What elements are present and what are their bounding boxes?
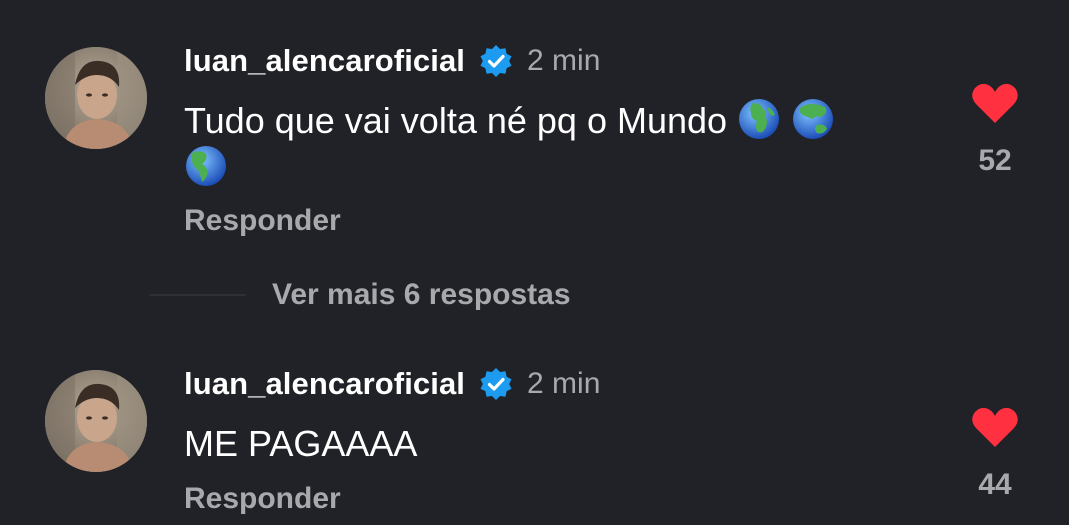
- like-count: 52: [978, 144, 1012, 177]
- comment-text: ME PAGAAAA: [184, 421, 924, 467]
- view-more-replies[interactable]: Ver mais 6 respostas: [150, 278, 571, 312]
- comments-panel: luan_alencaroficial 2 min Tudo que vai v…: [0, 0, 1069, 525]
- globe-europe-africa-emoji: [737, 97, 781, 141]
- globe-americas-emoji: [184, 144, 228, 188]
- comment-text: Tudo que vai volta né pq o Mundo: [184, 97, 924, 191]
- comment-header: luan_alencaroficial 2 min: [184, 41, 600, 81]
- reply-button[interactable]: Responder: [184, 482, 341, 516]
- heart-icon[interactable]: [965, 82, 1025, 124]
- like-area: 44: [965, 406, 1025, 502]
- comment: luan_alencaroficial 2 min Tudo que vai v…: [0, 0, 1069, 260]
- comment-header: luan_alencaroficial 2 min: [184, 364, 600, 404]
- like-count: 44: [978, 468, 1012, 501]
- username[interactable]: luan_alencaroficial: [184, 43, 465, 79]
- like-area: 52: [965, 82, 1025, 178]
- verified-badge-icon: [478, 366, 514, 402]
- comment-text-content: ME PAGAAAA: [184, 423, 418, 464]
- verified-badge-icon: [478, 43, 514, 79]
- avatar[interactable]: [45, 370, 147, 472]
- comment-text-content: Tudo que vai volta né pq o Mundo: [184, 100, 728, 141]
- username[interactable]: luan_alencaroficial: [184, 366, 465, 402]
- heart-icon[interactable]: [965, 406, 1025, 448]
- comment: luan_alencaroficial 2 min ME PAGAAAA Res…: [0, 340, 1069, 525]
- view-more-replies-label[interactable]: Ver mais 6 respostas: [272, 278, 571, 312]
- timestamp: 2 min: [527, 44, 601, 77]
- avatar[interactable]: [45, 47, 147, 149]
- reply-button[interactable]: Responder: [184, 204, 341, 238]
- globe-asia-australia-emoji: [791, 97, 835, 141]
- timestamp: 2 min: [527, 367, 601, 400]
- divider: [150, 294, 246, 296]
